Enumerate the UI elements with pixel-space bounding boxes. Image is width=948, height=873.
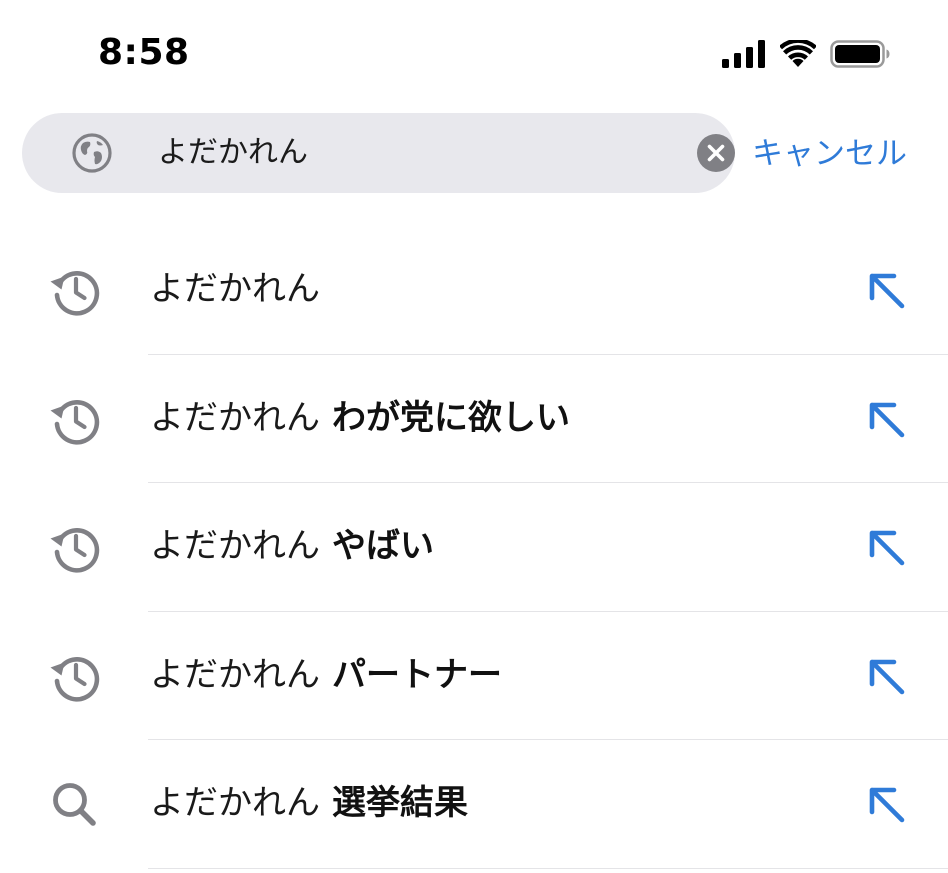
search-input[interactable] xyxy=(158,131,678,175)
fill-query-arrow-icon[interactable] xyxy=(866,270,906,310)
suggestion-base: よだかれん xyxy=(150,783,320,823)
battery-icon xyxy=(830,40,890,68)
fill-query-arrow-icon[interactable] xyxy=(866,399,906,439)
suggestion-suffix: パートナー xyxy=(332,654,502,695)
suggestion-row[interactable]: よだかれん 選挙結果 xyxy=(0,740,948,869)
suggestion-base: よだかれん xyxy=(150,654,320,695)
suggestion-text: よだかれん xyxy=(150,264,332,314)
fill-query-arrow-icon[interactable] xyxy=(866,527,906,567)
globe-icon xyxy=(72,133,112,173)
status-bar: 8:58 xyxy=(0,0,948,100)
suggestion-base: よだかれん xyxy=(150,269,320,309)
suggestion-row[interactable]: よだかれん やばい xyxy=(0,483,948,612)
suggestion-suffix: やばい xyxy=(332,526,434,566)
search-field[interactable] xyxy=(22,113,735,193)
clear-button[interactable] xyxy=(697,134,735,172)
fill-query-arrow-icon[interactable] xyxy=(866,784,906,824)
suggestion-row[interactable]: よだかれん パートナー xyxy=(0,612,948,740)
suggestion-suffix: わが党に欲しい xyxy=(332,397,570,438)
suggestion-text: よだかれん 選挙結果 xyxy=(150,778,468,828)
suggestion-text: よだかれん わが党に欲しい xyxy=(150,393,570,443)
history-icon xyxy=(50,656,100,702)
suggestion-text: よだかれん やばい xyxy=(150,521,434,571)
suggestion-row[interactable]: よだかれん xyxy=(0,226,948,355)
cancel-button[interactable]: キャンセル xyxy=(752,132,907,176)
suggestion-base: よだかれん xyxy=(150,526,320,566)
suggestion-row[interactable]: よだかれん わが党に欲しい xyxy=(0,355,948,483)
status-icons xyxy=(722,38,890,70)
fill-query-arrow-icon[interactable] xyxy=(866,656,906,696)
history-icon xyxy=(50,271,100,316)
search-icon xyxy=(53,783,96,826)
suggestion-list: よだかれん よだかれん わが党に欲しい よだかれん やばい よだかれん パートナ… xyxy=(0,226,948,869)
suggestion-text: よだかれん パートナー xyxy=(150,650,502,700)
history-icon xyxy=(50,399,100,445)
cellular-signal-icon xyxy=(722,40,765,68)
suggestion-suffix: 選挙結果 xyxy=(332,783,468,823)
row-divider xyxy=(148,867,948,869)
status-time: 8:58 xyxy=(98,32,190,73)
history-icon xyxy=(50,528,100,573)
suggestion-base: よだかれん xyxy=(150,397,320,438)
wifi-icon xyxy=(780,40,816,67)
